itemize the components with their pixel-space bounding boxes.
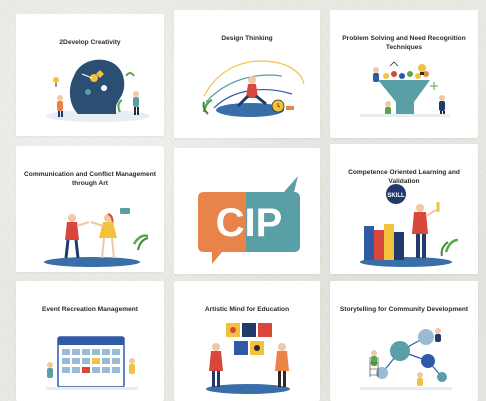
creativity-illustration-icon [46, 59, 150, 122]
communication-illustration-icon [44, 208, 149, 267]
card-cip-logo[interactable]: CIP [174, 148, 320, 274]
card-communication[interactable]: Communication and Conflict Management th… [16, 146, 164, 272]
skill-badge-text: SKILL [387, 193, 405, 199]
card-competence[interactable]: Competence Oriented Learning and Validat… [330, 144, 478, 274]
design-thinking-illustration-icon [202, 60, 305, 117]
card-develop-creativity[interactable]: 2Develop Creativity [16, 14, 164, 136]
card-storytelling[interactable]: Storytelling for Community Development [330, 281, 478, 401]
program-grid: 2Develop Creativity Design Thinking Prob… [0, 0, 486, 401]
problem-solving-illustration-icon [360, 61, 450, 117]
competence-illustration-icon: SKILL [360, 184, 459, 267]
card-design-thinking[interactable]: Design Thinking [174, 10, 320, 138]
artistic-mind-illustration-icon [206, 323, 290, 394]
cip-logo-icon: CIP [198, 176, 300, 264]
cip-logo-text: CIP [216, 201, 283, 245]
card-problem-solving[interactable]: Problem Solving and Need Recognition Tec… [330, 10, 478, 138]
storytelling-illustration-icon [360, 328, 452, 390]
card-event-recreation[interactable]: Event Recreation Management [16, 281, 164, 401]
card-artistic-mind[interactable]: Artistic Mind for Education [174, 281, 320, 401]
event-calendar-illustration-icon [46, 336, 138, 390]
